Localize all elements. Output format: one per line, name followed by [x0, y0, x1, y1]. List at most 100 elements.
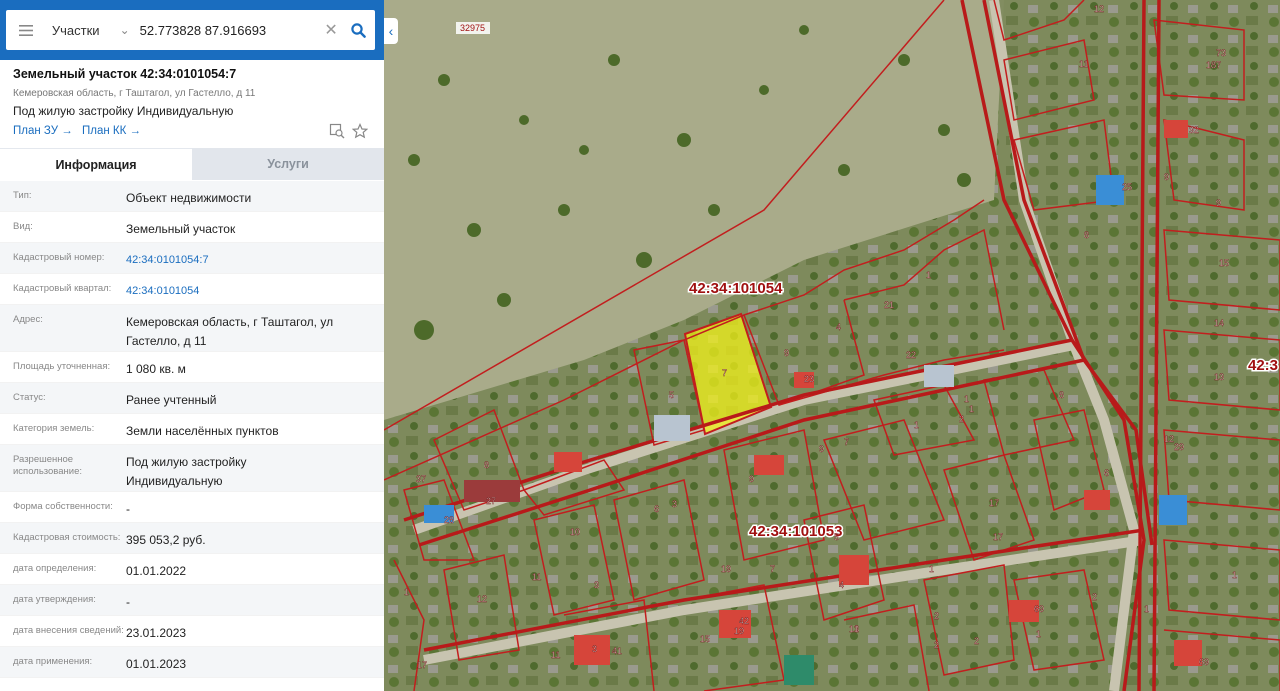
plot-number-label: 8: [1084, 230, 1089, 240]
row-ownership: Форма собственности: -: [0, 492, 384, 523]
plot-number-label: 42: [739, 616, 749, 626]
tab-services[interactable]: Услуги: [192, 148, 384, 180]
plot-number-label: 1: [926, 270, 931, 280]
info-panel: Участки ⌄ ✕ Земельный участок 42:34:0101…: [0, 0, 384, 691]
value-type: Объект недвижимости: [126, 191, 252, 205]
value-permitted-use: Под жилую застройку Индивидуальную: [126, 455, 247, 488]
plot-number-label: 32: [1189, 125, 1199, 135]
row-cadastral-number: Кадастровый номер: 42:34:0101054:7: [0, 243, 384, 274]
plot-number-label: 6: [1104, 468, 1109, 478]
plot-number-label: 187: [1206, 60, 1221, 70]
search-input[interactable]: [137, 21, 322, 39]
plot-number-label: 11: [1079, 59, 1088, 69]
plot-number-label: 25: [1122, 182, 1132, 192]
label-kind: Вид:: [13, 221, 33, 232]
plot-number-label: 23: [804, 374, 814, 384]
plot-number-label: 2: [1092, 592, 1097, 602]
plot-number-label: 1: [1036, 629, 1041, 639]
plan-kk-link[interactable]: План КК →: [82, 125, 141, 137]
label-status: Статус:: [13, 392, 46, 403]
plot-number-label: 69: [1034, 604, 1044, 614]
plot-number-label: 3: [594, 580, 599, 590]
plot-number-label: 1: [854, 624, 859, 634]
plot-number-label: 8: [484, 460, 489, 470]
tab-information[interactable]: Информация: [0, 148, 192, 180]
layer-select[interactable]: Участки ⌄: [46, 23, 138, 38]
plot-number-label: 2: [934, 640, 939, 650]
plot-number-label: 9: [1216, 198, 1221, 208]
value-cadastral-number-link[interactable]: 42:34:0101054:7: [126, 243, 384, 273]
plot-number-label: 1: [1232, 570, 1237, 580]
label-cadastral-quarter: Кадастровый квартал:: [13, 283, 112, 294]
zoom-to-object-icon[interactable]: [329, 123, 347, 141]
collapse-panel-button[interactable]: ‹: [384, 18, 398, 44]
plot-number-label: 13: [1214, 372, 1224, 382]
plot-number-label: 14: [1214, 318, 1224, 328]
road-number-label: 32975: [460, 23, 485, 33]
plot-number-label: 9: [784, 348, 789, 358]
plot-number-label: 1: [914, 420, 919, 430]
value-status: Ранее учтенный: [126, 393, 217, 407]
row-land-category: Категория земель: Земли населённых пункто…: [0, 414, 384, 445]
plan-zu-link[interactable]: План ЗУ →: [13, 125, 73, 137]
label-land-category: Категория земель:: [13, 423, 95, 434]
plot-number-label: 4: [836, 322, 841, 332]
plot-number-label: 17: [417, 660, 427, 670]
plot-number-label: 2: [959, 414, 964, 424]
plot-number-label: 15: [700, 634, 710, 644]
plot-number-label: 3: [592, 644, 597, 654]
info-table: Тип: Объект недвижимости Вид: Земельный уч…: [0, 181, 384, 678]
plot-number-label: 1: [964, 394, 969, 404]
label-cadastral-value: Кадастровая стоимость:: [13, 532, 121, 543]
plot-number-label: 29: [1174, 442, 1184, 452]
plot-number-label: 19: [721, 564, 731, 574]
object-address: Кемеровская область, г Таштагол, ул Гаст…: [13, 88, 256, 99]
row-address: Адрес: Кемеровская область, г Таштагол, у…: [0, 305, 384, 352]
plot-number-label: 73: [1216, 48, 1226, 58]
search-icon[interactable]: [341, 10, 375, 50]
value-land-category: Земли населённых пунктов: [126, 424, 279, 438]
plot-number-label: 17: [993, 532, 1003, 542]
plot-number-label: 12: [477, 594, 487, 604]
plot-number-label: 12: [1164, 434, 1174, 444]
clear-icon[interactable]: ✕: [321, 20, 341, 40]
star-icon[interactable]: [351, 123, 370, 141]
map-canvas[interactable]: 42:34:101054 42:34:101053 42:3 32975 7 9 2…: [384, 0, 1280, 691]
chevron-down-icon: ⌄: [119, 23, 130, 37]
plot-number-label: 3: [672, 499, 677, 509]
plot-number-label: 7: [722, 368, 727, 378]
plot-number-label: 1: [929, 564, 934, 574]
label-determination-date: дата определения:: [13, 563, 97, 574]
value-approval-date: -: [126, 595, 130, 609]
plot-number-label: 2: [974, 636, 979, 646]
plot-number-label: 1: [1144, 604, 1149, 614]
label-approval-date: дата утверждения:: [13, 594, 96, 605]
quarter-label-101054: 42:34:101054: [689, 280, 783, 297]
value-address: Кемеровская область, г Таштагол, ул Гаст…: [126, 315, 334, 348]
row-status: Статус: Ранее учтенный: [0, 383, 384, 414]
row-type: Тип: Объект недвижимости: [0, 181, 384, 212]
value-ownership: -: [126, 502, 130, 516]
quarter-label-101053: 42:34:101053: [749, 523, 842, 540]
plot-number-label: 7: [844, 437, 849, 447]
value-area: 1 080 кв. м: [126, 362, 186, 376]
row-permitted-use: Разрешенное использование: Под жилую заст…: [0, 445, 384, 492]
row-entry-date: дата внесения сведений: 23.01.2023: [0, 616, 384, 647]
cadastral-map[interactable]: 42:34:101054 42:34:101053 42:3 32975 7 9 2…: [384, 0, 1280, 691]
object-header: Земельный участок 42:34:0101054:7 Кемеро…: [0, 60, 384, 148]
plot-number-label: 15: [1219, 258, 1229, 268]
object-title: Земельный участок 42:34:0101054:7: [13, 67, 237, 81]
label-address: Адрес:: [13, 314, 43, 325]
quarter-label-partial: 42:3: [1248, 357, 1278, 374]
plot-number-label: 41: [612, 646, 622, 656]
value-cadastral-quarter-link[interactable]: 42:34:0101054: [126, 274, 384, 304]
plot-number-label: 28: [444, 515, 454, 525]
plot-number-label: 21: [884, 300, 894, 310]
plot-number-label: 1: [404, 587, 409, 597]
plot-number-label: 11: [532, 572, 541, 582]
plot-number-label: 4: [839, 580, 844, 590]
plot-number-label: 11: [551, 650, 560, 660]
hamburger-menu-icon[interactable]: [6, 10, 46, 50]
row-approval-date: дата утверждения: -: [0, 585, 384, 616]
layer-select-value: Участки: [51, 22, 100, 38]
